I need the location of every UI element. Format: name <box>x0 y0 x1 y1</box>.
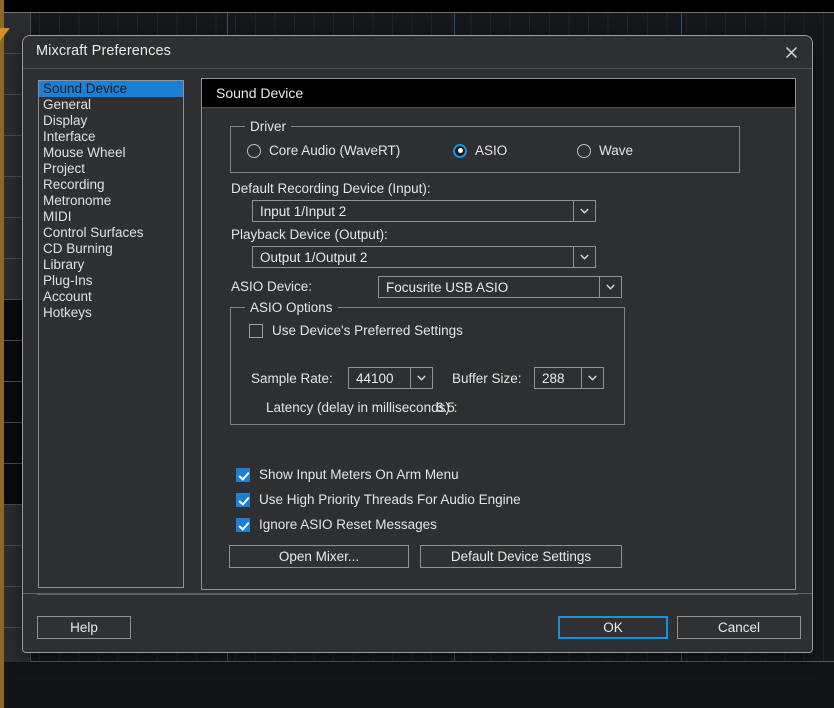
buffer-size-value: 288 <box>542 370 565 386</box>
high-priority-threads-checkbox[interactable]: Use High Priority Threads For Audio Engi… <box>236 492 521 507</box>
cancel-button[interactable]: Cancel <box>677 616 801 639</box>
show-input-meters-label: Show Input Meters On Arm Menu <box>259 467 459 482</box>
sound-device-panel: Sound Device Driver Core Audio (WaveRT) … <box>201 78 796 590</box>
panel-content: Driver Core Audio (WaveRT) ASIO Wave Def… <box>202 108 795 590</box>
asio-device-combobox[interactable]: Focusrite USB ASIO <box>378 276 622 298</box>
chevron-down-icon <box>573 201 595 221</box>
chevron-down-icon <box>410 368 432 388</box>
playback-device-combobox[interactable]: Output 1/Output 2 <box>252 246 596 268</box>
sidebar-item-display[interactable]: Display <box>39 113 183 129</box>
use-preferred-settings-checkbox-indicator <box>249 323 263 338</box>
radio-wave[interactable]: Wave <box>577 143 633 158</box>
footer-divider <box>37 594 798 595</box>
default-device-settings-button[interactable]: Default Device Settings <box>420 545 622 568</box>
radio-wave-indicator <box>577 143 591 158</box>
high-priority-threads-label: Use High Priority Threads For Audio Engi… <box>259 492 521 507</box>
preferences-category-list[interactable]: Sound Device General Display Interface M… <box>38 80 184 588</box>
sidebar-item-account[interactable]: Account <box>39 289 183 305</box>
ignore-asio-reset-label: Ignore ASIO Reset Messages <box>259 517 437 532</box>
sample-rate-label: Sample Rate: <box>251 371 333 386</box>
sidebar-item-hotkeys[interactable]: Hotkeys <box>39 305 183 321</box>
radio-core-audio-indicator <box>247 143 261 158</box>
dialog-title: Mixcraft Preferences <box>36 43 171 59</box>
sidebar-item-cd-burning[interactable]: CD Burning <box>39 241 183 257</box>
sidebar-item-project[interactable]: Project <box>39 161 183 177</box>
recording-device-label: Default Recording Device (Input): <box>231 181 431 196</box>
sidebar-item-general[interactable]: General <box>39 97 183 113</box>
latency-value: 6.5 <box>436 400 455 415</box>
preferences-dialog: Mixcraft Preferences Sound Device Genera… <box>22 35 813 653</box>
driver-groupbox: Driver Core Audio (WaveRT) ASIO Wave <box>230 119 740 173</box>
sample-rate-combobox[interactable]: 44100 <box>348 367 433 389</box>
playhead-edge-marker <box>0 0 4 708</box>
sidebar-item-mouse-wheel[interactable]: Mouse Wheel <box>39 145 183 161</box>
high-priority-threads-checkbox-indicator <box>236 492 250 507</box>
dialog-body: Sound Device General Display Interface M… <box>23 69 812 594</box>
buffer-size-label: Buffer Size: <box>452 371 522 386</box>
asio-options-groupbox-label: ASIO Options <box>245 300 338 315</box>
radio-asio[interactable]: ASIO <box>453 143 507 158</box>
close-icon[interactable] <box>778 40 804 64</box>
radio-wave-label: Wave <box>599 143 634 158</box>
sidebar-item-interface[interactable]: Interface <box>39 129 183 145</box>
asio-device-value: Focusrite USB ASIO <box>386 279 509 295</box>
chevron-down-icon <box>581 368 603 388</box>
use-preferred-settings-label: Use Device's Preferred Settings <box>272 323 463 338</box>
dialog-footer: Help OK Cancel <box>23 593 812 652</box>
chevron-down-icon <box>599 277 621 297</box>
sidebar-item-plug-ins[interactable]: Plug-Ins <box>39 273 183 289</box>
use-preferred-settings-checkbox[interactable]: Use Device's Preferred Settings <box>249 323 463 338</box>
ok-button[interactable]: OK <box>558 616 668 639</box>
driver-groupbox-label: Driver <box>245 119 291 134</box>
playhead-triangle-icon <box>0 28 10 41</box>
radio-core-audio[interactable]: Core Audio (WaveRT) <box>247 143 400 158</box>
panel-header-title: Sound Device <box>202 79 795 108</box>
radio-asio-label: ASIO <box>475 143 508 158</box>
timeline-ruler <box>0 0 834 13</box>
latency-label: Latency (delay in milliseconds) : <box>266 400 458 415</box>
playback-device-value: Output 1/Output 2 <box>260 249 368 265</box>
sample-rate-value: 44100 <box>356 370 394 386</box>
sidebar-item-library[interactable]: Library <box>39 257 183 273</box>
sidebar-item-control-surfaces[interactable]: Control Surfaces <box>39 225 183 241</box>
timeline-bottom-strip <box>0 662 834 708</box>
radio-core-audio-label: Core Audio (WaveRT) <box>269 143 401 158</box>
open-mixer-button[interactable]: Open Mixer... <box>229 545 409 568</box>
ignore-asio-reset-checkbox-indicator <box>236 517 250 532</box>
help-button[interactable]: Help <box>37 616 131 639</box>
playback-device-label: Playback Device (Output): <box>231 227 388 242</box>
sidebar-item-recording[interactable]: Recording <box>39 177 183 193</box>
sidebar-item-sound-device[interactable]: Sound Device <box>39 81 183 97</box>
ignore-asio-reset-checkbox[interactable]: Ignore ASIO Reset Messages <box>236 517 437 532</box>
asio-device-label: ASIO Device: <box>231 279 313 294</box>
chevron-down-icon <box>573 247 595 267</box>
buffer-size-combobox[interactable]: 288 <box>534 367 604 389</box>
show-input-meters-checkbox[interactable]: Show Input Meters On Arm Menu <box>236 467 459 482</box>
asio-options-groupbox: ASIO Options Use Device's Preferred Sett… <box>230 300 625 425</box>
recording-device-value: Input 1/Input 2 <box>260 203 347 219</box>
radio-asio-indicator <box>453 143 467 158</box>
recording-device-combobox[interactable]: Input 1/Input 2 <box>252 200 596 222</box>
show-input-meters-checkbox-indicator <box>236 467 250 482</box>
sidebar-item-metronome[interactable]: Metronome <box>39 193 183 209</box>
sidebar-item-midi[interactable]: MIDI <box>39 209 183 225</box>
dialog-titlebar: Mixcraft Preferences <box>23 36 812 69</box>
